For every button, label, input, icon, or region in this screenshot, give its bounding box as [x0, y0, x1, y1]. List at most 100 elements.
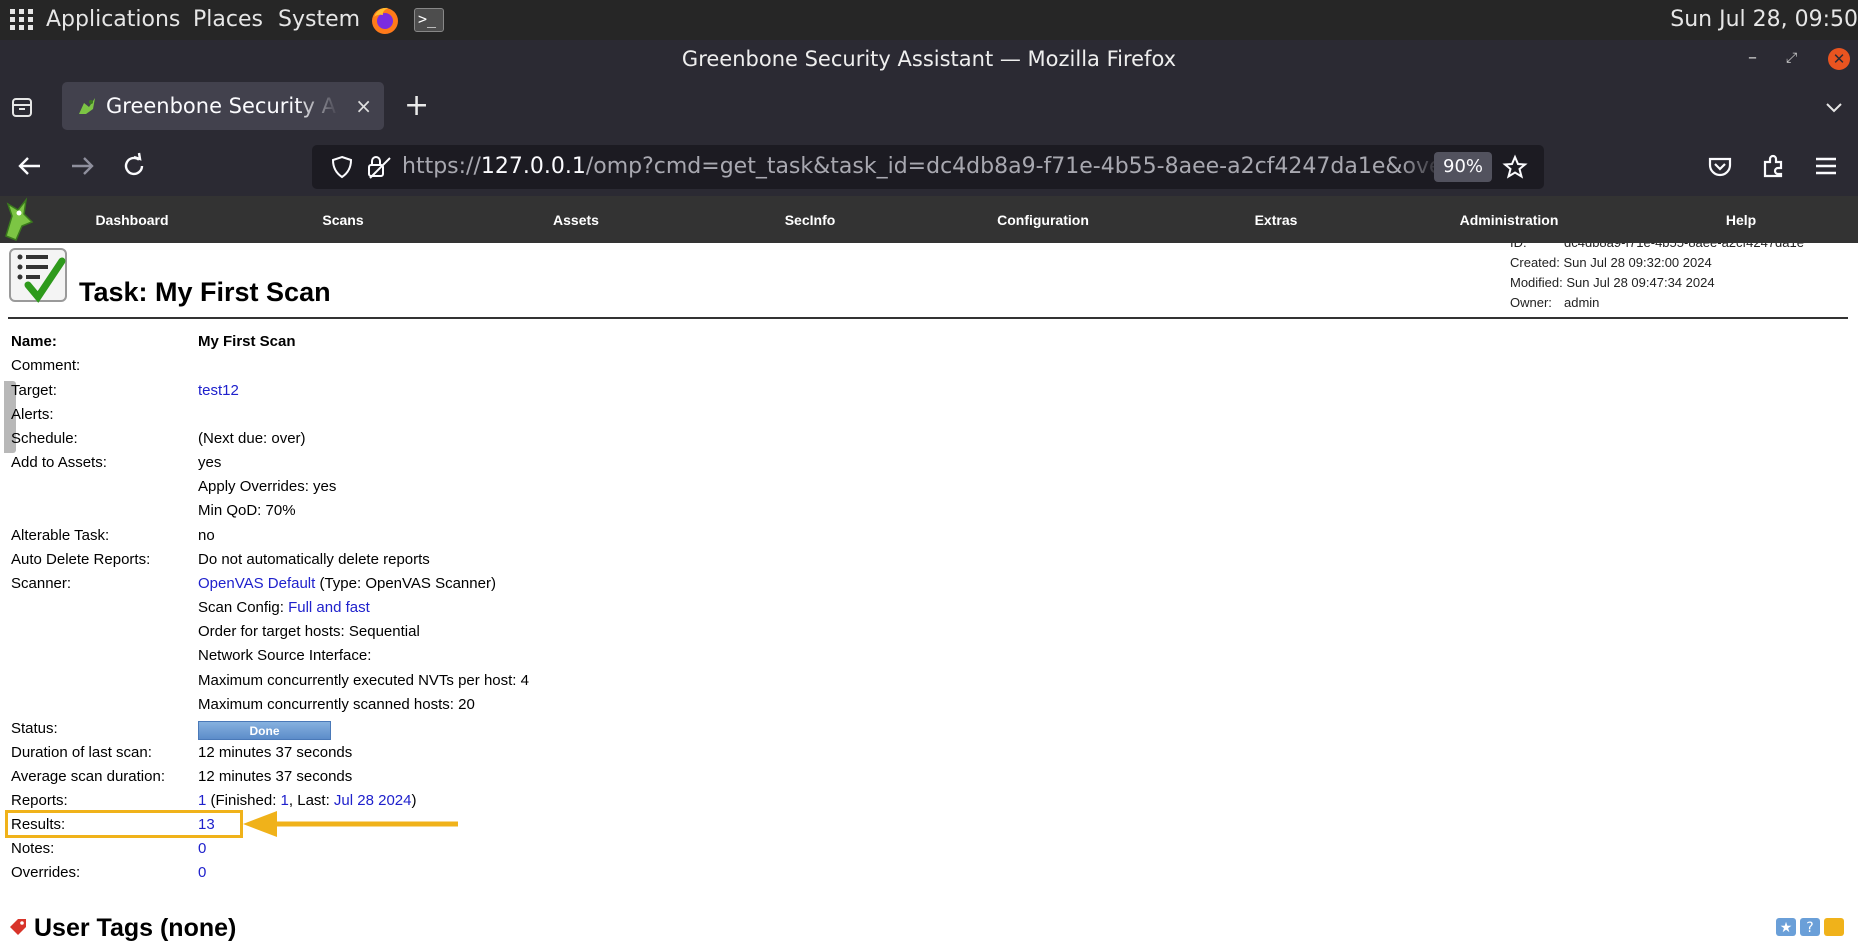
name-label: Name: [11, 333, 57, 350]
overrides-label: Overrides: [11, 864, 81, 881]
source-interface-line: Network Source Interface: [198, 647, 372, 664]
forward-arrow-icon[interactable] [66, 150, 98, 182]
list-all-tabs-icon[interactable] [10, 95, 34, 119]
min-qod-line: Min QoD: 70% [198, 502, 296, 519]
reports-label: Reports: [11, 792, 68, 809]
back-arrow-icon[interactable] [14, 150, 46, 182]
restore-icon[interactable]: ⤢ [1786, 46, 1797, 70]
nav-administration[interactable]: Administration [1460, 211, 1559, 229]
applications-menu[interactable]: Applications [46, 5, 180, 35]
nav-dashboard[interactable]: Dashboard [95, 211, 168, 229]
average-duration-label: Average scan duration: [11, 768, 165, 785]
nav-assets[interactable]: Assets [553, 211, 599, 229]
clock[interactable]: Sun Jul 28, 09:50 [1670, 5, 1858, 35]
max-hosts-line: Maximum concurrently scanned hosts: 20 [198, 696, 475, 713]
add-to-assets-label: Add to Assets: [11, 454, 107, 471]
reports-close: ) [411, 792, 417, 809]
url-text[interactable]: https://127.0.0.1/omp?cmd=get_task&task_… [402, 153, 1442, 181]
status-progress-bar[interactable]: Done [198, 721, 331, 740]
system-menu[interactable]: System [278, 5, 360, 35]
tag-tool-icons[interactable]: ★ ? [1776, 916, 1856, 938]
tracking-shield-icon[interactable] [330, 155, 354, 179]
scanner-label: Scanner: [11, 575, 72, 592]
notes-label: Notes: [11, 840, 55, 857]
average-duration-value: 12 minutes 37 seconds [198, 768, 353, 785]
terminal-launcher-icon[interactable]: >_ [414, 8, 444, 32]
scanner-link[interactable]: OpenVAS Default [198, 575, 315, 592]
schedule-value: (Next due: over) [198, 430, 306, 447]
hamburger-menu-icon[interactable] [1810, 150, 1842, 182]
bookmark-star-icon[interactable] [1502, 154, 1528, 180]
reports-count-link[interactable]: 1 [198, 792, 206, 809]
url-scheme: https:// [402, 154, 481, 179]
nav-extras[interactable]: Extras [1255, 211, 1298, 229]
max-nvts-line: Maximum concurrently executed NVTs per h… [198, 672, 529, 689]
name-value: My First Scan [198, 333, 296, 350]
schedule-label: Schedule: [11, 430, 78, 447]
scanner-type: (Type: OpenVAS Scanner) [319, 575, 496, 592]
window-title: Greenbone Security Assistant — Mozilla F… [681, 47, 1177, 71]
title-divider [8, 317, 1848, 319]
apps-grid-icon[interactable] [10, 9, 34, 31]
id-value: dc4db8a9-f71e-4b55-8aee-a2cf4247da1e [1564, 243, 1804, 250]
reports-finished-prefix: (Finished: [210, 792, 277, 809]
places-menu[interactable]: Places [193, 5, 263, 35]
reload-icon[interactable] [118, 150, 150, 182]
auto-delete-value: Do not automatically delete reports [198, 551, 430, 568]
alterable-task-value: no [198, 527, 215, 544]
page-title: Task: My First Scan [79, 277, 331, 307]
gsa-main-menu: Dashboard Scans Assets SecInfo Configura… [0, 196, 1858, 243]
results-label: Results: [11, 816, 66, 833]
nav-configuration[interactable]: Configuration [997, 211, 1089, 229]
task-metadata: ID:dc4db8a9-f71e-4b55-8aee-a2cf4247da1e … [1510, 243, 1804, 313]
chevron-down-icon[interactable] [1822, 95, 1846, 119]
scan-config-line: Scan Config: Full and fast [198, 597, 370, 619]
zoom-level-button[interactable]: 90% [1434, 152, 1493, 182]
apply-overrides-line: Apply Overrides: yes [198, 478, 337, 495]
nav-secinfo[interactable]: SecInfo [785, 211, 836, 229]
greenbone-logo-icon[interactable] [2, 196, 36, 242]
duration-label: Duration of last scan: [11, 744, 152, 761]
status-label: Status: [11, 720, 58, 737]
annotation-arrow-icon [243, 811, 458, 837]
close-tab-icon[interactable]: × [355, 92, 372, 120]
extensions-icon[interactable] [1757, 150, 1789, 182]
scan-config-link[interactable]: Full and fast [288, 599, 370, 616]
reports-last-prefix: , Last: [288, 792, 330, 809]
svg-text:?: ? [1806, 920, 1813, 936]
firefox-launcher-icon[interactable] [370, 5, 400, 35]
user-tags-title: User Tags (none) [34, 914, 237, 942]
reports-finished-link[interactable]: 1 [281, 792, 289, 809]
auto-delete-label: Auto Delete Reports: [11, 551, 151, 568]
tag-icon [10, 919, 26, 935]
pocket-icon[interactable] [1704, 150, 1736, 182]
url-path: /omp?cmd=get_task&task_id=dc4db8a9-f71e-… [585, 154, 1442, 179]
tab-greenbone[interactable]: Greenbone Security Assistant × [62, 82, 384, 130]
window-title-bar: Greenbone Security Assistant — Mozilla F… [0, 40, 1858, 77]
navigation-toolbar: https://127.0.0.1/omp?cmd=get_task&task_… [0, 136, 1858, 196]
notes-link[interactable]: 0 [198, 838, 206, 860]
greenbone-favicon-icon [79, 98, 95, 114]
nav-help[interactable]: Help [1726, 211, 1756, 229]
owner-value: admin [1564, 295, 1600, 310]
created-value: Sun Jul 28 09:32:00 2024 [1563, 255, 1712, 270]
close-window-icon[interactable]: ✕ [1828, 48, 1850, 70]
order-hosts-line: Order for target hosts: Sequential [198, 623, 420, 640]
user-tags-heading[interactable]: User Tags (none) [8, 913, 236, 943]
new-tab-button[interactable]: + [404, 89, 429, 123]
os-top-bar: Applications Places System >_ Sun Jul 28… [0, 0, 1858, 40]
scan-config-prefix: Scan Config: [198, 599, 284, 616]
results-link[interactable]: 13 [198, 814, 215, 836]
tab-strip: Greenbone Security Assistant × + [0, 77, 1858, 136]
target-link[interactable]: test12 [198, 380, 239, 402]
address-bar[interactable]: https://127.0.0.1/omp?cmd=get_task&task_… [312, 145, 1544, 189]
overrides-link[interactable]: 0 [198, 862, 206, 884]
reports-last-link[interactable]: Jul 28 2024 [334, 792, 412, 809]
nav-scans[interactable]: Scans [322, 211, 363, 229]
alerts-label: Alerts: [11, 406, 54, 423]
insecure-lock-icon[interactable] [366, 154, 392, 180]
modified-label: Modified: [1510, 275, 1563, 290]
minimize-icon[interactable]: – [1748, 46, 1757, 70]
task-details-page: Task: My First Scan ID:dc4db8a9-f71e-4b5… [0, 243, 1858, 943]
target-label: Target: [11, 382, 57, 399]
